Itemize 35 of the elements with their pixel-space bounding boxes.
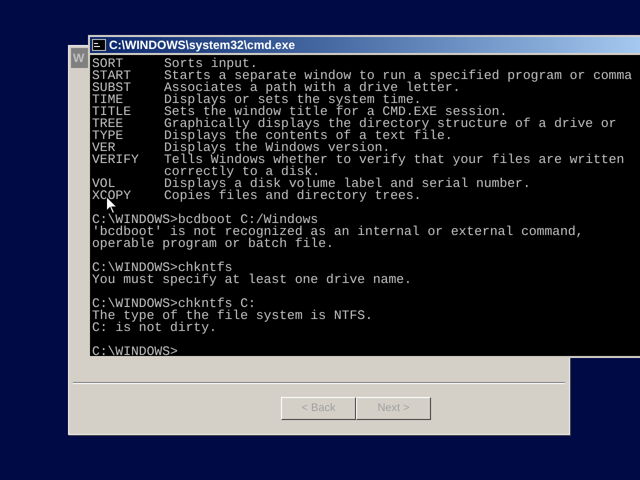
command-description: Displays or sets the system time. bbox=[164, 94, 422, 106]
command-description: Graphically displays the directory structure of a drive or bbox=[164, 118, 616, 130]
console-output-line: C: is not dirty. bbox=[92, 322, 217, 334]
command-name: SORT bbox=[92, 58, 124, 70]
command-description: Tells Windows whether to verify that your files are written bbox=[164, 154, 624, 166]
console-app-icon bbox=[92, 39, 106, 51]
command-name: VERIFY bbox=[92, 154, 140, 166]
console-output-line: 'bcdboot' is not recognized as an internal or external command, bbox=[92, 226, 584, 238]
command-name: XCOPY bbox=[92, 190, 132, 202]
command-name: VER bbox=[92, 142, 116, 154]
console-output-line: C:\WINDOWS>chkntfs bbox=[92, 262, 232, 274]
console-output-line: C:\WINDOWS>bcdboot C:/Windows bbox=[92, 214, 318, 226]
command-description: Sorts input. bbox=[164, 58, 258, 70]
command-name: TITLE bbox=[92, 106, 132, 118]
window-title: W bbox=[73, 50, 84, 67]
command-description: Displays the Windows version. bbox=[164, 142, 390, 154]
command-name: START bbox=[92, 70, 132, 82]
command-name: TREE bbox=[92, 118, 124, 130]
command-name: TIME bbox=[92, 94, 124, 106]
console-output-line: The type of the file system is NTFS. bbox=[92, 310, 373, 322]
command-name: VOL bbox=[92, 178, 116, 190]
command-description: Associates a path with a drive letter. bbox=[164, 82, 460, 94]
command-description: Displays the contents of a text file. bbox=[164, 130, 453, 142]
console-output-line: operable program or batch file. bbox=[92, 238, 334, 250]
window-title: C:\WINDOWS\system32\cmd.exe bbox=[109, 37, 296, 54]
command-name: TYPE bbox=[92, 130, 124, 142]
console-output-line: C:\WINDOWS>chkntfs C: bbox=[92, 298, 256, 310]
command-name: SUBST bbox=[92, 82, 132, 94]
command-description: Copies files and directory trees. bbox=[164, 190, 422, 202]
command-description: correctly to a disk. bbox=[164, 166, 320, 178]
console-output-line: C:\WINDOWS> bbox=[92, 346, 178, 356]
command-description: Displays a disk volume label and serial number. bbox=[164, 178, 531, 190]
command-description: Sets the window title for a CMD.EXE session. bbox=[164, 106, 508, 118]
command-description: Starts a separate window to run a specified program or comma bbox=[164, 70, 632, 82]
console-output-line: You must specify at least one drive name. bbox=[92, 274, 412, 286]
